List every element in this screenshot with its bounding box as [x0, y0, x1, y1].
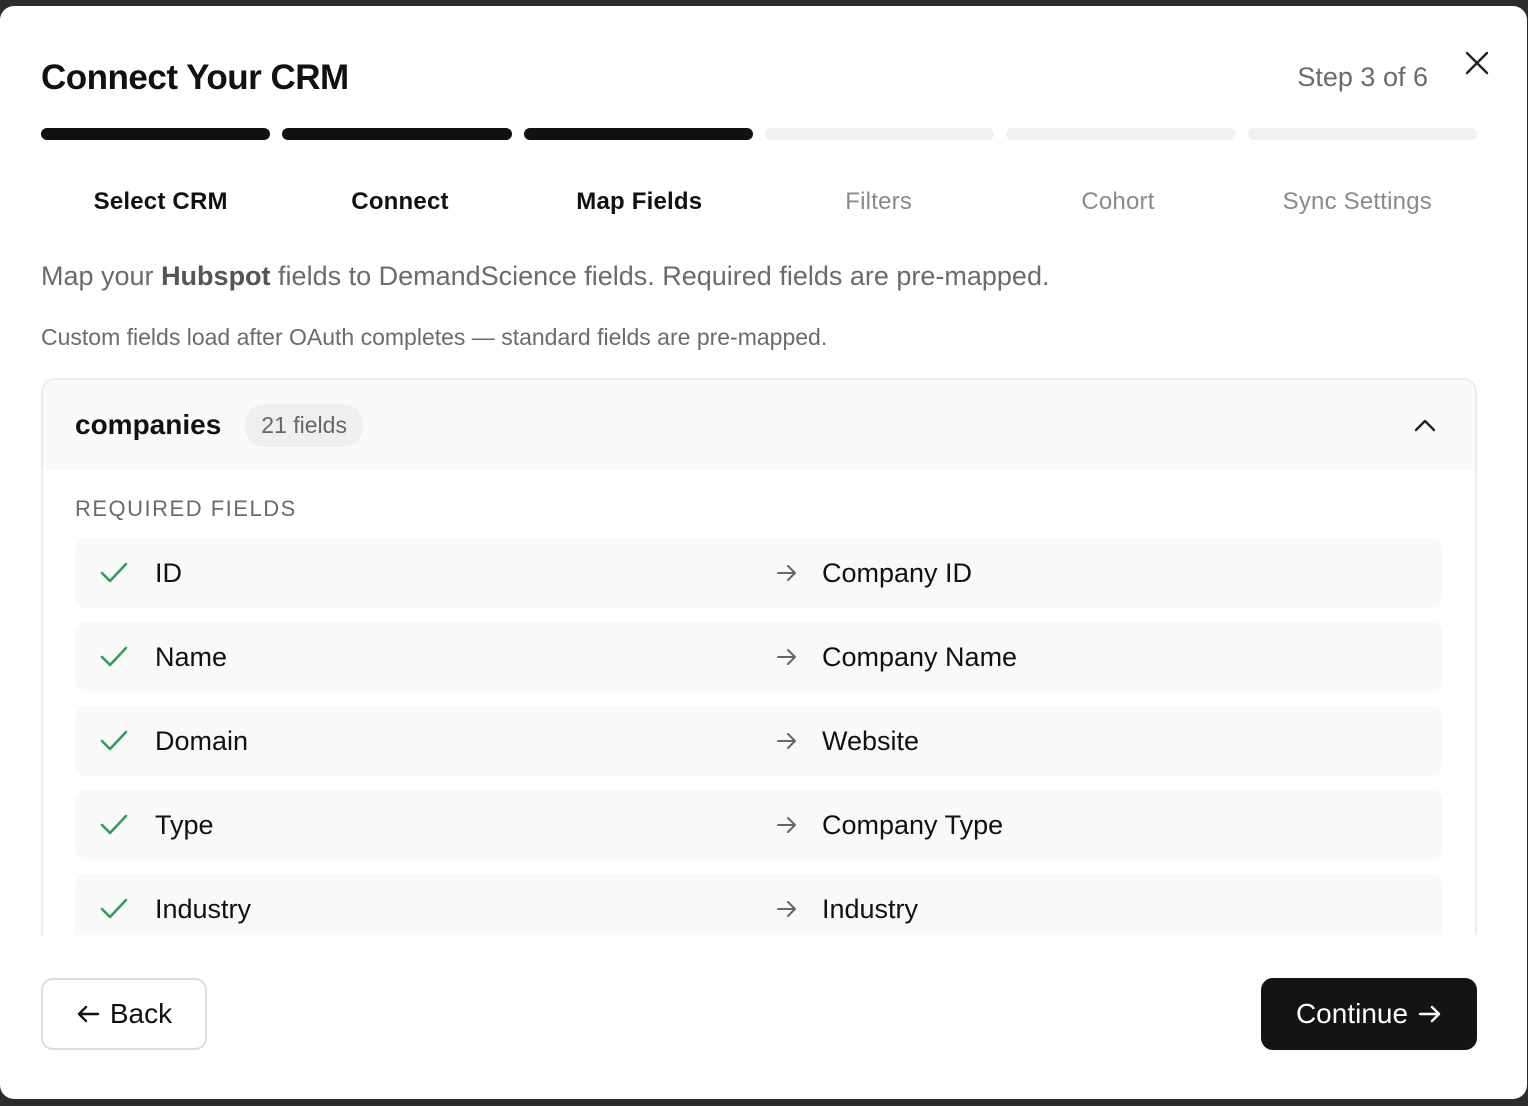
- step-label: Filters: [845, 188, 913, 215]
- progress-segment: [764, 128, 995, 140]
- panel-title: companies: [75, 409, 222, 440]
- arrow-right-icon: [777, 649, 796, 665]
- source-field: ID: [155, 557, 182, 588]
- target-field: Company Type: [822, 809, 1004, 840]
- target-field: Company ID: [822, 557, 973, 588]
- progress-bar: [41, 128, 1477, 140]
- step-label: Sync Settings: [1282, 188, 1432, 215]
- progress-segment: [1247, 128, 1477, 140]
- check-icon: [100, 814, 128, 835]
- target-field: Industry: [822, 893, 919, 924]
- step-label: Cohort: [1081, 188, 1155, 215]
- continue-button[interactable]: Continue: [1261, 978, 1477, 1050]
- table-row: Industry Industry: [75, 874, 1443, 935]
- step-label: Connect: [351, 188, 449, 215]
- source-field: Industry: [155, 893, 252, 924]
- connect-crm-modal: Connect Your CRM Step 3 of 6 Select CRM C…: [0, 6, 1527, 1099]
- panel-header[interactable]: companies 21 fields: [43, 380, 1475, 470]
- custom-fields-note: Custom fields load after OAuth completes…: [41, 324, 828, 350]
- step-label: Map Fields: [576, 188, 703, 215]
- collapse-button[interactable]: [1407, 407, 1443, 443]
- source-field: Domain: [155, 725, 249, 756]
- close-button[interactable]: [1458, 44, 1496, 82]
- intro-crm-name: Hubspot: [161, 261, 271, 291]
- target-field: Company Name: [822, 641, 1018, 672]
- arrow-right-icon: [777, 565, 796, 581]
- step-label: Select CRM: [93, 188, 228, 215]
- intro-text: Map your Hubspot fields to DemandScience…: [41, 261, 1049, 292]
- chevron-up-icon: [1414, 419, 1436, 432]
- required-fields-label: REQUIRED FIELDS: [75, 496, 297, 521]
- table-row: Type Company Type: [75, 790, 1443, 860]
- arrow-right-icon: [777, 901, 796, 917]
- field-mapping-list: ID Company ID Name Company Name Domain Websit…: [75, 538, 1443, 935]
- arrow-right-icon: [777, 817, 796, 833]
- step-labels: Select CRM Connect Map Fields Filters Cohort…: [41, 188, 1477, 216]
- table-row: ID Company ID: [75, 538, 1443, 608]
- step-counter: Step 3 of 6: [1297, 62, 1428, 92]
- progress-segment: [523, 128, 753, 140]
- progress-segment: [1006, 128, 1236, 140]
- back-label: Back: [109, 998, 173, 1029]
- intro-prefix: Map your: [41, 261, 162, 291]
- arrow-right-icon: [777, 733, 796, 749]
- source-field: Name: [155, 641, 228, 672]
- modal-title: Connect Your CRM: [41, 58, 349, 97]
- field-count-badge: 21 fields: [245, 403, 363, 447]
- companies-mapping-panel: companies 21 fields REQUIRED FIELDS ID Co…: [41, 378, 1477, 935]
- progress-segment: [41, 128, 271, 140]
- back-button[interactable]: Back: [41, 978, 207, 1050]
- arrow-left-icon: [77, 1005, 100, 1023]
- table-row: Domain Website: [75, 706, 1443, 776]
- check-icon: [100, 646, 128, 667]
- continue-label: Continue: [1295, 998, 1409, 1029]
- close-icon: [1465, 51, 1489, 75]
- source-field: Type: [155, 809, 214, 840]
- progress-segment: [282, 128, 512, 140]
- check-icon: [100, 730, 128, 751]
- arrow-right-icon: [1418, 1005, 1441, 1023]
- check-icon: [100, 562, 128, 583]
- table-row: Name Company Name: [75, 622, 1443, 692]
- check-icon: [100, 898, 128, 919]
- intro-suffix: fields to DemandScience fields. Required…: [270, 261, 1050, 291]
- target-field: Website: [822, 725, 920, 756]
